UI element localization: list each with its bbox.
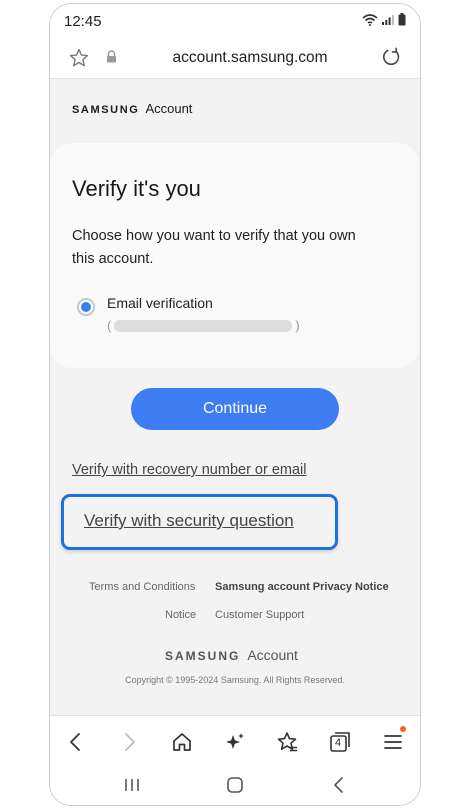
wifi-icon	[362, 13, 378, 26]
star-icon[interactable]	[68, 47, 90, 69]
bookmarks-icon[interactable]	[275, 730, 299, 754]
reload-icon[interactable]	[380, 46, 402, 68]
verify-card: Verify it's you Choose how you want to v…	[50, 143, 419, 368]
browser-toolbar: 4	[50, 715, 420, 768]
back-icon[interactable]	[64, 730, 88, 754]
menu-icon[interactable]	[381, 730, 405, 754]
email-verification-label[interactable]: Email verification	[107, 295, 213, 311]
customer-support-link[interactable]: Customer Support	[215, 609, 304, 621]
tabs-icon[interactable]: 4	[328, 730, 352, 754]
recovery-link[interactable]: Verify with recovery number or email	[72, 462, 307, 478]
recent-apps-icon[interactable]	[123, 775, 141, 795]
footer-logo-suffix: Account	[247, 647, 298, 663]
security-question-link[interactable]: Verify with security question	[84, 511, 294, 531]
notice-link[interactable]: Notice	[165, 609, 196, 621]
highlight-box: Verify with security question	[61, 494, 338, 550]
status-time: 12:45	[64, 13, 102, 30]
status-bar: 12:45	[50, 4, 420, 38]
battery-icon	[398, 13, 406, 26]
email-verification-radio[interactable]	[77, 298, 95, 316]
forward-icon[interactable]	[117, 730, 141, 754]
page-title: Verify it's you	[72, 176, 201, 201]
email-paren-open: (	[107, 318, 112, 333]
footer-logo: SAMSUNG Account	[165, 647, 298, 663]
masked-email: ( )	[107, 318, 300, 333]
signal-icon	[382, 15, 394, 25]
verify-description: Choose how you want to verify that you o…	[72, 228, 356, 267]
tab-count: 4	[335, 737, 342, 749]
samsung-account-logo: SAMSUNG Account	[72, 101, 192, 116]
sparkle-icon[interactable]	[223, 730, 247, 754]
back-button-icon[interactable]	[330, 775, 348, 795]
copyright-text: Copyright © 1995-2024 Samsung. All Right…	[125, 675, 345, 685]
home-icon[interactable]	[170, 730, 194, 754]
phone-frame: 12:45 account.samsung.com SAMSUNG Accoun…	[49, 3, 421, 806]
system-navigation-bar	[50, 767, 420, 805]
url-text[interactable]: account.samsung.com	[130, 49, 370, 67]
blurred-email-address	[114, 319, 293, 332]
logo-suffix: Account	[145, 101, 193, 116]
home-button-icon[interactable]	[226, 775, 244, 795]
page-content: SAMSUNG Account Verify it's you Choose h…	[50, 79, 420, 714]
privacy-notice-link[interactable]: Samsung account Privacy Notice	[215, 581, 389, 593]
email-paren-close: )	[295, 318, 300, 333]
logo-wordmark: SAMSUNG	[72, 104, 140, 116]
notification-dot	[400, 726, 406, 732]
lock-icon	[107, 50, 116, 63]
footer-logo-wordmark: SAMSUNG	[165, 649, 241, 663]
continue-button[interactable]: Continue	[131, 388, 339, 430]
status-icons	[362, 13, 406, 26]
terms-link[interactable]: Terms and Conditions	[89, 581, 195, 593]
address-bar: account.samsung.com	[50, 38, 420, 79]
